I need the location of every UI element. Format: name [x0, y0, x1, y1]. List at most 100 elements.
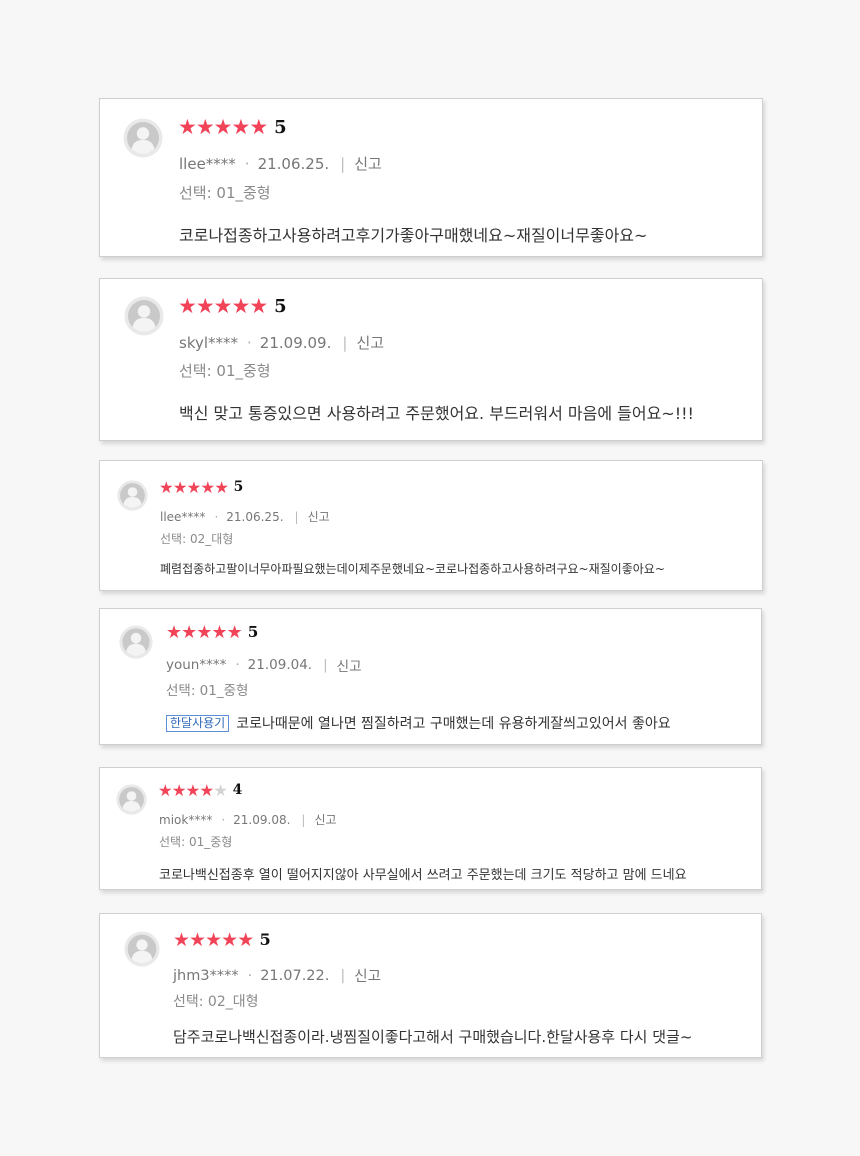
divider: |: [323, 657, 328, 673]
review-text: 한달사용기 코로나때문에 열나면 찜질하려고 구매했는데 유용하게잘씌고있어서 좋…: [166, 713, 671, 733]
divider: |: [340, 967, 346, 984]
rating-value: 5: [259, 930, 271, 950]
rating-stars: ★ ★ ★ ★ ★ 5: [178, 117, 287, 138]
star-filled-icon: ★: [214, 478, 229, 497]
dot-separator: ·: [244, 154, 250, 173]
report-link[interactable]: 신고: [314, 811, 336, 828]
star-filled-icon: ★: [186, 478, 202, 497]
star-filled-icon: ★: [166, 622, 182, 643]
star-filled-icon: ★: [189, 929, 206, 951]
selected-option: 선택: 01_중형: [166, 683, 249, 699]
star-empty-icon: ★: [213, 781, 228, 800]
review-meta: jhm3**** · 21.07.22. | 신고: [173, 965, 381, 986]
review-meta: llee**** · 21.06.25. | 신고: [179, 153, 382, 174]
star-filled-icon: ★: [213, 294, 233, 318]
review-meta: llee**** · 21.06.25. | 신고: [160, 508, 330, 525]
divider: |: [294, 509, 299, 524]
selected-option: 선택: 02_대형: [173, 994, 259, 1010]
star-filled-icon: ★: [231, 115, 251, 139]
avatar: [116, 784, 147, 819]
divider: |: [342, 333, 348, 352]
star-filled-icon: ★: [172, 478, 188, 497]
star-filled-icon: ★: [237, 929, 255, 951]
selected-option: 선택: 01_중형: [179, 362, 271, 380]
star-filled-icon: ★: [226, 622, 243, 643]
star-filled-icon: ★: [196, 622, 213, 643]
star-filled-icon: ★: [249, 294, 269, 318]
dot-separator: ·: [235, 657, 240, 673]
dot-separator: ·: [214, 509, 219, 524]
report-link[interactable]: 신고: [308, 508, 330, 525]
report-link[interactable]: 신고: [356, 332, 384, 353]
review-body: 백신 맞고 통증있으면 사용하려고 주문했어요. 부드러워서 마음에 들어요~!…: [179, 404, 694, 423]
star-filled-icon: ★: [213, 115, 233, 139]
rating-value: 5: [233, 479, 244, 496]
avatar: [124, 931, 160, 971]
selected-option: 선택: 01_중형: [179, 184, 271, 202]
reviewer-id: llee****: [179, 154, 236, 173]
report-link[interactable]: 신고: [337, 655, 362, 675]
review-text: 코로나백신접종후 열이 떨어지지않아 사무실에서 쓰려고 주문했는데 크기도 적…: [159, 864, 687, 883]
star-filled-icon: ★: [200, 478, 216, 497]
reviewer-id: youn****: [166, 657, 227, 673]
review-date: 21.06.25.: [226, 509, 284, 524]
dot-separator: ·: [247, 333, 252, 352]
report-link[interactable]: 신고: [354, 965, 381, 986]
star-filled-icon: ★: [159, 478, 174, 497]
star-filled-icon: ★: [171, 781, 187, 800]
reviewer-id: skyl****: [179, 333, 239, 352]
dot-separator: ·: [221, 812, 226, 827]
star-filled-icon: ★: [195, 115, 215, 139]
rating-stars: ★ ★ ★ ★ ★ 5: [178, 296, 287, 317]
star-filled-icon: ★: [205, 929, 223, 951]
review-body: 코로나백신접종후 열이 떨어지지않아 사무실에서 쓰려고 주문했는데 크기도 적…: [159, 868, 687, 883]
reviewer-id: miok****: [159, 812, 213, 827]
star-filled-icon: ★: [178, 115, 197, 139]
avatar: [123, 118, 163, 162]
review-date: 21.09.09.: [259, 333, 332, 352]
review-date: 21.07.22.: [260, 967, 330, 984]
rating-value: 5: [274, 116, 287, 138]
reviewer-id: llee****: [160, 509, 206, 524]
rating-value: 4: [232, 782, 243, 799]
avatar: [117, 480, 148, 515]
star-filled-icon: ★: [158, 781, 173, 800]
review-text: 백신 맞고 통증있으면 사용하려고 주문했어요. 부드러워서 마음에 들어요~!…: [179, 400, 694, 424]
review-body: 담주코로나백신접종이라.냉찜질이좋다고해서 구매했습니다.한달사용후 다시 댓글…: [173, 1028, 693, 1046]
review-date: 21.09.04.: [247, 657, 313, 673]
review-date: 21.06.25.: [257, 154, 330, 173]
review-body: 코로나접종하고사용하려고후기가좋아구매했네요~재질이너무좋아요~: [179, 226, 648, 245]
selected-option: 선택: 01_중형: [159, 835, 233, 849]
avatar: [119, 625, 153, 663]
dot-separator: ·: [247, 967, 253, 984]
review-text: 담주코로나백신접종이라.냉찜질이좋다고해서 구매했습니다.한달사용후 다시 댓글…: [173, 1026, 692, 1047]
star-filled-icon: ★: [173, 929, 190, 951]
review-tag: 한달사용기: [166, 714, 230, 732]
divider: |: [340, 154, 346, 173]
avatar: [124, 296, 164, 340]
rating-stars: ★ ★ ★ ★ ★ 5: [166, 624, 258, 642]
rating-stars: ★ ★ ★ ★ ★ 4: [158, 781, 243, 800]
reviewer-id: jhm3****: [173, 967, 239, 984]
star-filled-icon: ★: [178, 294, 197, 318]
report-link[interactable]: 신고: [354, 153, 382, 174]
star-filled-icon: ★: [211, 622, 228, 643]
rating-stars: ★ ★ ★ ★ ★ 5: [173, 931, 271, 950]
rating-value: 5: [247, 623, 259, 642]
star-filled-icon: ★: [185, 781, 201, 800]
review-meta: miok**** · 21.09.08. | 신고: [159, 811, 337, 828]
divider: |: [301, 812, 306, 827]
review-body: 폐렴접종하고팔이너무아파필요했는데이제주문했네요~코로나접종하고사용하려구요~재…: [160, 562, 665, 576]
star-filled-icon: ★: [249, 115, 269, 139]
review-date: 21.09.08.: [233, 812, 291, 827]
review-text: 코로나접종하고사용하려고후기가좋아구매했네요~재질이너무좋아요~: [179, 222, 647, 246]
star-filled-icon: ★: [195, 294, 215, 318]
star-filled-icon: ★: [181, 622, 198, 643]
review-text: 폐렴접종하고팔이너무아파필요했는데이제주문했네요~코로나접종하고사용하려구요~재…: [160, 560, 665, 577]
star-filled-icon: ★: [199, 781, 215, 800]
review-meta: youn**** · 21.09.04. | 신고: [166, 655, 362, 675]
rating-value: 5: [274, 295, 287, 317]
selected-option: 선택: 02_대형: [160, 532, 234, 546]
star-filled-icon: ★: [221, 929, 239, 951]
review-meta: skyl**** · 21.09.09. | 신고: [179, 332, 384, 353]
